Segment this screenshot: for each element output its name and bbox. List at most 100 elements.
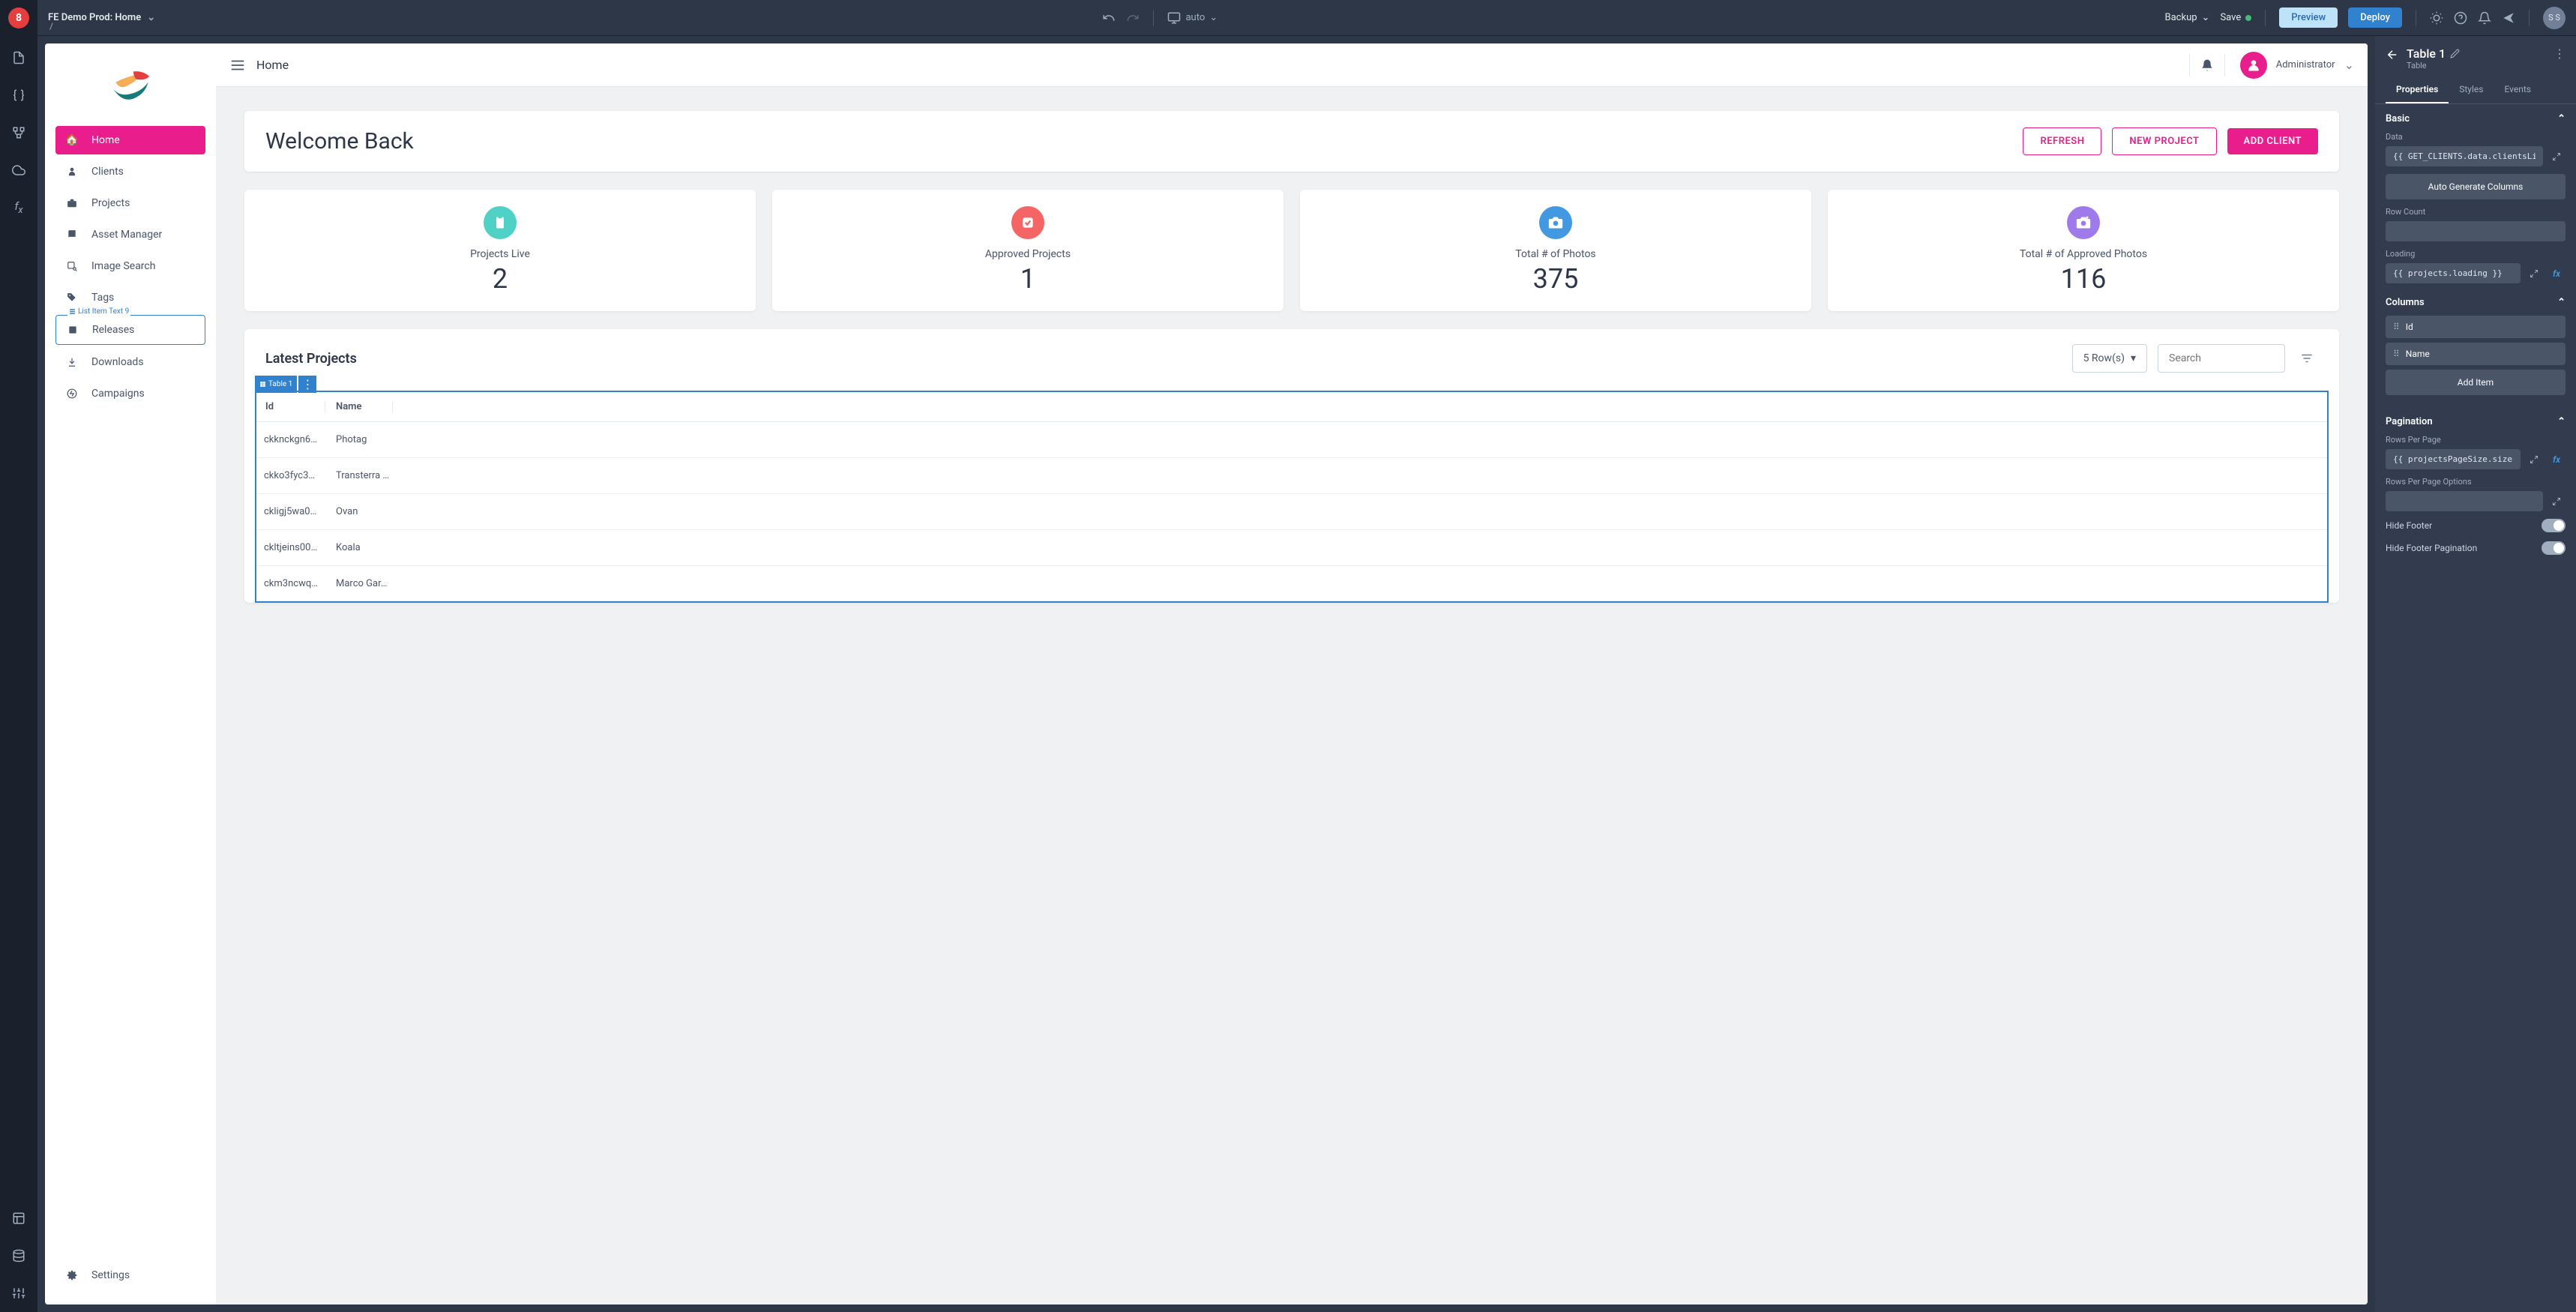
chevron-up-icon: ⌃ bbox=[2557, 297, 2566, 308]
user-menu[interactable]: Administrator ⌄ bbox=[2236, 52, 2354, 79]
brand-logo[interactable]: 8 bbox=[8, 7, 29, 28]
preview-button[interactable]: Preview bbox=[2279, 7, 2338, 28]
column-name: Id bbox=[2406, 322, 2413, 332]
rows-per-page-select[interactable]: 5 Row(s)▾ bbox=[2072, 344, 2147, 373]
redo-icon[interactable] bbox=[1126, 11, 1140, 25]
new-project-button[interactable]: NEW PROJECT bbox=[2112, 127, 2216, 155]
search-input[interactable] bbox=[2158, 344, 2285, 373]
fx-icon[interactable]: fx bbox=[2548, 451, 2566, 469]
hide-footer-pagination-toggle[interactable] bbox=[2542, 541, 2566, 555]
sliders-icon[interactable] bbox=[10, 1285, 27, 1302]
notification-icon[interactable] bbox=[2478, 11, 2491, 25]
function-icon[interactable]: fx bbox=[10, 199, 27, 216]
edit-icon[interactable] bbox=[2450, 49, 2460, 58]
expand-icon[interactable] bbox=[2548, 148, 2566, 166]
user-name-label: Administrator bbox=[2276, 59, 2335, 70]
app-main: Home Administrator ⌄ Welcome Back bbox=[216, 43, 2368, 1305]
breadcrumb-path: / bbox=[49, 21, 53, 31]
cell: Marco Gar… bbox=[325, 578, 387, 589]
projects-card: Latest Projects 5 Row(s)▾ Table 1 ⋮ bbox=[244, 329, 2339, 603]
sidebar-item-label: Settings bbox=[91, 1269, 130, 1281]
help-icon[interactable] bbox=[2454, 11, 2467, 25]
campaign-icon bbox=[66, 388, 78, 399]
hamburger-icon[interactable] bbox=[229, 57, 246, 73]
gear-icon bbox=[66, 1270, 78, 1281]
tab-events[interactable]: Events bbox=[2494, 76, 2542, 103]
welcome-card: Welcome Back REFRESH NEW PROJECT ADD CLI… bbox=[244, 111, 2339, 172]
column-item[interactable]: ⠿Name bbox=[2386, 343, 2566, 365]
data-table[interactable]: Id Name ckknckgn6…Photag ckko3fyc3…Trans… bbox=[255, 391, 2329, 603]
element-selection-label: List Item Text 9 bbox=[67, 307, 130, 316]
page-icon[interactable] bbox=[10, 49, 27, 66]
back-button[interactable] bbox=[2386, 46, 2399, 61]
refresh-button[interactable]: REFRESH bbox=[2023, 127, 2101, 155]
cell: ckknckgn6… bbox=[264, 434, 325, 445]
topbar: FE Demo Prod: Home ⌄ auto ⌄ Backup⌄ Save… bbox=[37, 0, 2576, 36]
section-header-columns[interactable]: Columns⌃ bbox=[2386, 297, 2566, 308]
layout-icon[interactable] bbox=[10, 1210, 27, 1227]
stat-value: 1 bbox=[789, 263, 1267, 295]
column-header-name[interactable]: Name bbox=[325, 401, 393, 412]
welcome-title: Welcome Back bbox=[265, 128, 2012, 154]
sidebar-item-campaigns[interactable]: Campaigns bbox=[55, 379, 205, 408]
saved-indicator-icon bbox=[2245, 15, 2251, 21]
section-header-basic[interactable]: Basic⌃ bbox=[2386, 113, 2566, 124]
row-count-input[interactable] bbox=[2386, 221, 2566, 241]
expand-icon[interactable] bbox=[2525, 451, 2543, 469]
drag-handle-icon[interactable]: ⠿ bbox=[2393, 322, 2400, 332]
tab-properties[interactable]: Properties bbox=[2386, 76, 2449, 103]
data-input[interactable] bbox=[2386, 146, 2543, 166]
add-item-button[interactable]: Add Item bbox=[2386, 370, 2566, 395]
expand-icon[interactable] bbox=[2548, 493, 2566, 511]
sidebar-item-home[interactable]: 🏠Home bbox=[55, 126, 205, 154]
panel-menu-icon[interactable]: ⋮ bbox=[2554, 46, 2566, 61]
column-header-id[interactable]: Id bbox=[264, 401, 325, 412]
undo-icon[interactable] bbox=[1102, 11, 1116, 25]
project-title[interactable]: FE Demo Prod: Home ⌄ bbox=[48, 12, 155, 23]
cloud-icon[interactable] bbox=[10, 162, 27, 178]
theme-icon[interactable] bbox=[2430, 11, 2443, 25]
column-item[interactable]: ⠿ Id bbox=[2386, 316, 2566, 338]
filter-icon[interactable] bbox=[2296, 347, 2318, 370]
user-avatar[interactable]: S S bbox=[2543, 7, 2566, 29]
field-label: Rows Per Page Options bbox=[2386, 477, 2566, 487]
table-row[interactable]: ckltjeins00…Koala bbox=[256, 530, 2327, 566]
sidebar-item-projects[interactable]: Projects bbox=[55, 189, 205, 217]
tree-icon[interactable] bbox=[10, 124, 27, 141]
sidebar-item-downloads[interactable]: Downloads bbox=[55, 348, 205, 376]
share-icon[interactable] bbox=[2502, 11, 2515, 25]
cell: Transterra … bbox=[325, 470, 389, 481]
chevron-down-icon: ⌄ bbox=[147, 12, 155, 23]
hide-footer-toggle-row: Hide Footer bbox=[2386, 519, 2566, 532]
autogen-columns-button[interactable]: Auto Generate Columns bbox=[2386, 174, 2566, 199]
clipboard-icon bbox=[484, 206, 517, 239]
notification-icon[interactable] bbox=[2189, 54, 2225, 76]
backup-button[interactable]: Backup⌄ bbox=[2165, 12, 2210, 23]
braces-icon[interactable] bbox=[10, 87, 27, 103]
sidebar-item-releases[interactable]: Releases bbox=[55, 315, 205, 345]
sidebar-item-asset-manager[interactable]: Asset Manager bbox=[55, 220, 205, 249]
section-header-pagination[interactable]: Pagination⌃ bbox=[2386, 416, 2566, 427]
fx-icon[interactable]: fx bbox=[2548, 265, 2566, 283]
table-row[interactable]: ckligj5wa0…Ovan bbox=[256, 494, 2327, 530]
sidebar-item-image-search[interactable]: Image Search bbox=[55, 252, 205, 280]
table-row[interactable]: ckknckgn6…Photag bbox=[256, 422, 2327, 458]
tab-styles[interactable]: Styles bbox=[2449, 76, 2494, 103]
sidebar-item-clients[interactable]: Clients bbox=[55, 157, 205, 186]
loading-input[interactable] bbox=[2386, 263, 2521, 283]
sidebar-item-label: Home bbox=[91, 134, 120, 146]
hide-footer-toggle[interactable] bbox=[2542, 519, 2566, 532]
table-selection-menu[interactable]: ⋮ bbox=[298, 376, 316, 393]
stat-total-photos: Total # of Photos 375 bbox=[1300, 190, 1811, 311]
rows-per-page-options-input[interactable] bbox=[2386, 491, 2543, 511]
drag-handle-icon[interactable]: ⠿ bbox=[2393, 349, 2400, 359]
table-row[interactable]: ckko3fyc3…Transterra … bbox=[256, 458, 2327, 494]
deploy-button[interactable]: Deploy bbox=[2348, 7, 2402, 28]
sidebar-item-settings[interactable]: Settings bbox=[55, 1261, 205, 1290]
rows-per-page-input[interactable] bbox=[2386, 449, 2521, 469]
database-icon[interactable] bbox=[10, 1248, 27, 1264]
add-client-button[interactable]: ADD CLIENT bbox=[2227, 128, 2318, 154]
expand-icon[interactable] bbox=[2525, 265, 2543, 283]
table-row[interactable]: ckm3ncwq…Marco Gar… bbox=[256, 566, 2327, 601]
viewport-selector[interactable]: auto ⌄ bbox=[1167, 11, 1218, 25]
